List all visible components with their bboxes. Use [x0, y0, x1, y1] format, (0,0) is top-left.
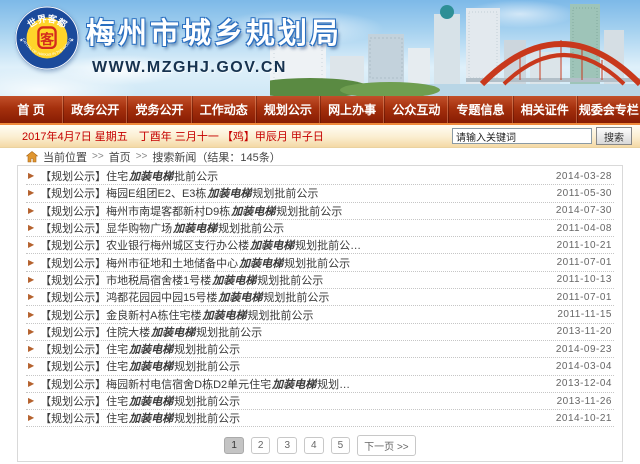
news-list-item[interactable]: ▶ 【规划公示】梅州市征地和土地储备中心加装电梯规划批前公示 2011-07-0… [26, 254, 614, 271]
nav-item-7[interactable]: 公众互动 [384, 96, 448, 123]
news-date: 2013-12-04 [556, 378, 612, 389]
breadcrumb-separator: >> [136, 151, 148, 162]
lunar-date-text: 2017年4月7日 星期五 丁酉年 三月十一 【鸡】甲辰月 甲子日 [8, 128, 452, 144]
news-date: 2011-04-08 [557, 223, 612, 234]
bullet-arrow-icon: ▶ [28, 224, 34, 232]
site-title: 梅州市城乡规划局 [86, 10, 342, 52]
page-button-4[interactable]: 4 [304, 437, 324, 454]
bullet-arrow-icon: ▶ [28, 311, 34, 319]
bullet-arrow-icon: ▶ [28, 362, 34, 370]
bullet-arrow-icon: ▶ [28, 380, 34, 388]
bullet-arrow-icon: ▶ [28, 276, 34, 284]
news-title[interactable]: 【规划公示】市地税局宿舍楼1号楼加装电梯规划批前公示 [40, 272, 556, 288]
news-date: 2014-10-21 [556, 413, 612, 424]
news-title[interactable]: 【规划公示】住宅加装电梯批前公示 [40, 168, 556, 184]
search-input[interactable] [452, 128, 592, 144]
news-date: 2013-11-20 [557, 326, 612, 337]
news-title[interactable]: 【规划公示】农业银行梅州城区支行办公楼加装电梯规划批前公… [40, 237, 556, 253]
news-title[interactable]: 【规划公示】梅园E组团E2、E3栋加装电梯规划批前公示 [40, 185, 556, 201]
news-list-item[interactable]: ▶ 【规划公示】鸿都花园园中园15号楼加装电梯规划批前公示 2011-07-01 [26, 289, 614, 306]
logo-seal-character: 客 [39, 31, 54, 47]
nav-item-3[interactable]: 党务公开 [127, 96, 191, 123]
bullet-arrow-icon: ▶ [28, 293, 34, 301]
bullet-arrow-icon: ▶ [28, 259, 34, 267]
news-list-item[interactable]: ▶ 【规划公示】金良新村A栋住宅楼加装电梯规划批前公示 2011-11-15 [26, 306, 614, 323]
pagination: 12345 下一页 >> [26, 427, 614, 456]
nav-item-10[interactable]: 规委会专栏 [577, 96, 640, 123]
news-date: 2014-03-04 [556, 361, 612, 372]
breadcrumb-label: 当前位置 [43, 149, 87, 165]
news-list-item[interactable]: ▶ 【规划公示】住宅加装电梯规划批前公示 2014-03-04 [26, 358, 614, 375]
news-title[interactable]: 【规划公示】鸿都花园园中园15号楼加装电梯规划批前公示 [40, 289, 556, 305]
bullet-arrow-icon: ▶ [28, 172, 34, 180]
news-list-item[interactable]: ▶ 【规划公示】梅园新村电信宿舍D栋D2单元住宅加装电梯规划… 2013-12-… [26, 376, 614, 393]
news-date: 2014-03-28 [556, 171, 612, 182]
news-list-item[interactable]: ▶ 【规划公示】梅园E组团E2、E3栋加装电梯规划批前公示 2011-05-30 [26, 185, 614, 202]
site-brand: 梅州市城乡规划局 WWW.MZGHJ.GOV.CN [86, 10, 342, 77]
news-title[interactable]: 【规划公示】住宅加装电梯规划批前公示 [40, 410, 556, 426]
nav-item-8[interactable]: 专题信息 [448, 96, 512, 123]
nav-item-5[interactable]: 规划公示 [256, 96, 320, 123]
nav-item-4[interactable]: 工作动态 [192, 96, 256, 123]
news-list-item[interactable]: ▶ 【规划公示】住宅加装电梯规划批前公示 2014-10-21 [26, 410, 614, 427]
breadcrumb-home-link[interactable]: 首页 [109, 149, 131, 165]
news-title[interactable]: 【规划公示】住宅加装电梯规划批前公示 [40, 341, 556, 357]
news-title[interactable]: 【规划公示】住宅加装电梯规划批前公示 [40, 358, 556, 374]
news-date: 2014-09-23 [556, 344, 612, 355]
site-logo: 世界客都 CAPITAL OF HAKKAS IN THE WORLD ★ ★ … [14, 5, 80, 71]
breadcrumb-current: 搜索新闻（结果：145条） [152, 149, 280, 165]
news-list-item[interactable]: ▶ 【规划公示】显华购物广场加装电梯规划批前公示 2011-04-08 [26, 220, 614, 237]
news-list: ▶ 【规划公示】住宅加装电梯批前公示 2014-03-28 ▶ 【规划公示】梅园… [26, 168, 614, 427]
news-date: 2011-11-15 [557, 309, 612, 320]
news-title[interactable]: 【规划公示】梅州市南堤客都新村D9栋加装电梯规划批前公示 [40, 203, 556, 219]
main-nav: 首 页政务公开党务公开工作动态规划公示网上办事公众互动专题信息相关证件规委会专栏 [0, 96, 640, 125]
news-date: 2014-07-30 [556, 205, 612, 216]
nav-item-2[interactable]: 政务公开 [63, 96, 127, 123]
news-title[interactable]: 【规划公示】金良新村A栋住宅楼加装电梯规划批前公示 [40, 307, 557, 323]
news-date: 2013-11-26 [557, 396, 612, 407]
news-title[interactable]: 【规划公示】住院大楼加装电梯规划批前公示 [40, 324, 556, 340]
bullet-arrow-icon: ▶ [28, 241, 34, 249]
news-title[interactable]: 【规划公示】梅园新村电信宿舍D栋D2单元住宅加装电梯规划… [40, 376, 556, 392]
news-title[interactable]: 【规划公示】显华购物广场加装电梯规划批前公示 [40, 220, 556, 236]
page-button-1[interactable]: 1 [224, 437, 244, 454]
home-icon [26, 151, 38, 163]
bullet-arrow-icon: ▶ [28, 397, 34, 405]
news-date: 2011-07-01 [557, 257, 612, 268]
breadcrumb: 当前位置 >> 首页 >> 搜索新闻（结果：145条） [0, 148, 640, 165]
news-list-item[interactable]: ▶ 【规划公示】梅州市南堤客都新村D9栋加装电梯规划批前公示 2014-07-3… [26, 203, 614, 220]
next-page-button[interactable]: 下一页 >> [357, 435, 415, 456]
bullet-arrow-icon: ▶ [28, 345, 34, 353]
news-list-item[interactable]: ▶ 【规划公示】住宅加装电梯规划批前公示 2014-09-23 [26, 341, 614, 358]
bullet-arrow-icon: ▶ [28, 207, 34, 215]
news-list-item[interactable]: ▶ 【规划公示】农业银行梅州城区支行办公楼加装电梯规划批前公… 2011-10-… [26, 237, 614, 254]
news-date: 2011-05-30 [557, 188, 612, 199]
news-list-item[interactable]: ▶ 【规划公示】市地税局宿舍楼1号楼加装电梯规划批前公示 2011-10-13 [26, 272, 614, 289]
nav-item-6[interactable]: 网上办事 [320, 96, 384, 123]
breadcrumb-separator: >> [92, 151, 104, 162]
news-list-item[interactable]: ▶ 【规划公示】住宅加装电梯规划批前公示 2013-11-26 [26, 393, 614, 410]
news-title[interactable]: 【规划公示】住宅加装电梯规划批前公示 [40, 393, 556, 409]
nav-item-9[interactable]: 相关证件 [513, 96, 577, 123]
page-button-5[interactable]: 5 [331, 437, 351, 454]
search-button[interactable]: 搜索 [596, 127, 632, 145]
news-list-item[interactable]: ▶ 【规划公示】住院大楼加装电梯规划批前公示 2013-11-20 [26, 324, 614, 341]
site-url: WWW.MZGHJ.GOV.CN [92, 59, 342, 77]
news-title[interactable]: 【规划公示】梅州市征地和土地储备中心加装电梯规划批前公示 [40, 255, 556, 271]
news-date: 2011-07-01 [557, 292, 612, 303]
search-box: 搜索 [452, 127, 632, 145]
page-button-3[interactable]: 3 [277, 437, 297, 454]
news-date: 2011-10-13 [557, 274, 612, 285]
news-date: 2011-10-21 [557, 240, 612, 251]
news-list-container: ▶ 【规划公示】住宅加装电梯批前公示 2014-03-28 ▶ 【规划公示】梅园… [17, 165, 623, 462]
bullet-arrow-icon: ▶ [28, 189, 34, 197]
nav-item-1[interactable]: 首 页 [0, 96, 63, 123]
news-list-item[interactable]: ▶ 【规划公示】住宅加装电梯批前公示 2014-03-28 [26, 168, 614, 185]
bullet-arrow-icon: ▶ [28, 328, 34, 336]
date-bar: 2017年4月7日 星期五 丁酉年 三月十一 【鸡】甲辰月 甲子日 搜索 [0, 125, 640, 148]
site-header: 世界客都 CAPITAL OF HAKKAS IN THE WORLD ★ ★ … [0, 0, 640, 96]
page-button-2[interactable]: 2 [251, 437, 271, 454]
bullet-arrow-icon: ▶ [28, 414, 34, 422]
